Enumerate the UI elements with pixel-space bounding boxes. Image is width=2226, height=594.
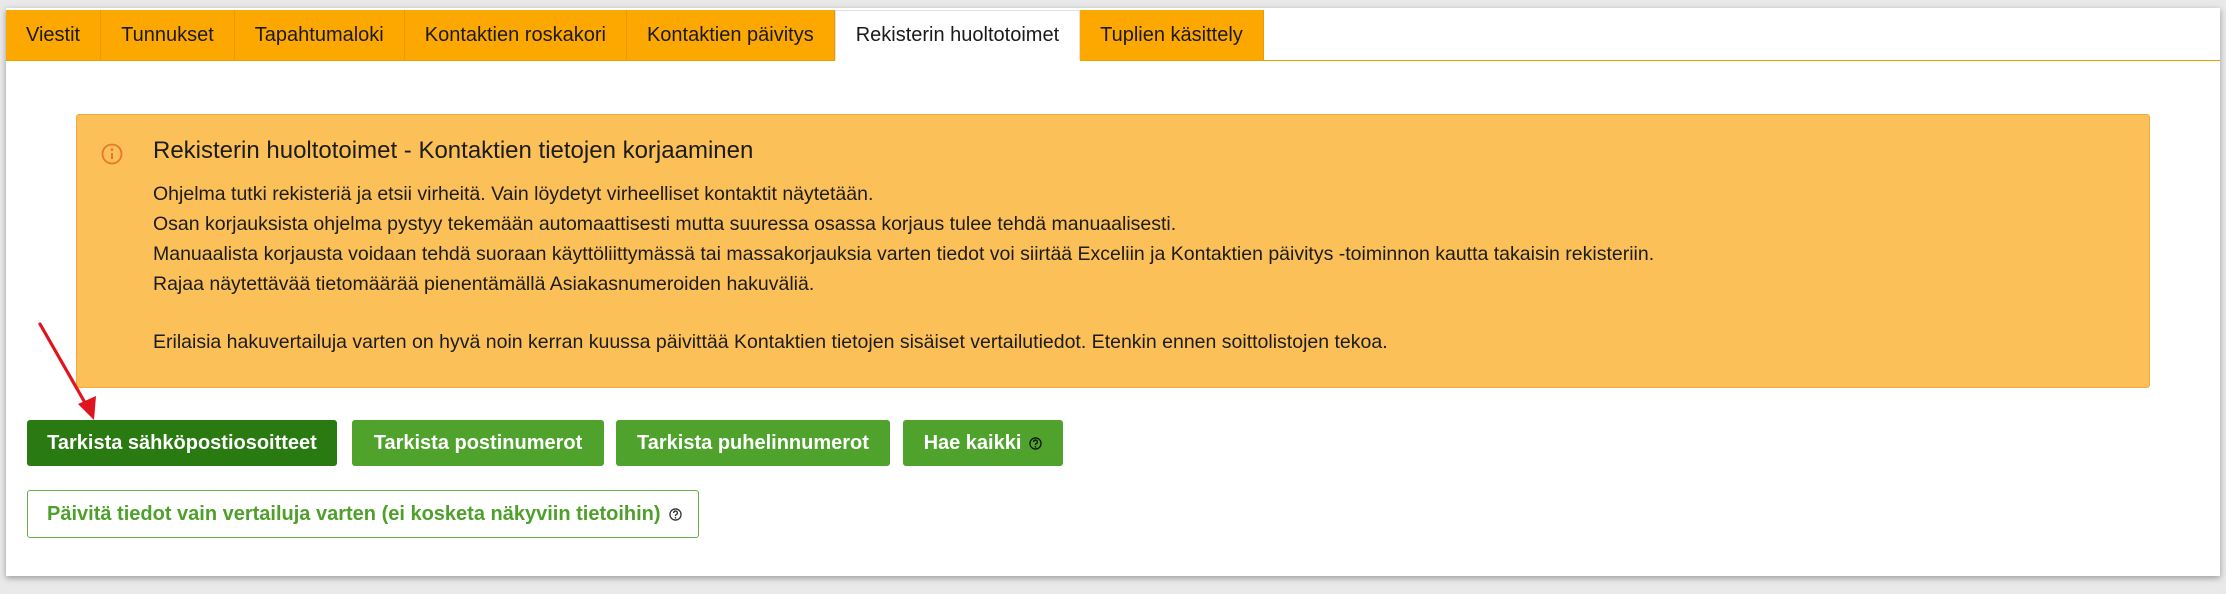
main-panel: Viestit Tunnukset Tapahtumaloki Kontakti… (6, 8, 2220, 576)
help-icon (668, 507, 682, 521)
tab-tuplien-kasittely[interactable]: Tuplien käsittely (1080, 10, 1264, 60)
tab-viestit[interactable]: Viestit (6, 10, 102, 60)
tab-bar: Viestit Tunnukset Tapahtumaloki Kontakti… (6, 10, 2220, 61)
notice-line: Rajaa näytettävää tietomäärää pienentämä… (153, 273, 815, 295)
notice-title: Rekisterin huoltotoimet - Kontaktien tie… (153, 137, 754, 164)
fetch-all-label: Hae kaikki (923, 431, 1022, 454)
notice-line: Ohjelma tutki rekisteriä ja etsii virhei… (153, 183, 874, 205)
check-emails-button[interactable]: Tarkista sähköpostiosoitteet (27, 420, 337, 466)
info-notice: Rekisterin huoltotoimet - Kontaktien tie… (76, 114, 2150, 388)
notice-line: Manuaalista korjausta voidaan tehdä suor… (153, 243, 1655, 265)
info-circle-icon (101, 143, 123, 165)
help-icon (1029, 436, 1043, 450)
update-compare-data-button[interactable]: Päivitä tiedot vain vertailuja varten (e… (27, 490, 699, 538)
check-phones-button[interactable]: Tarkista puhelinnumerot (616, 420, 890, 466)
tab-kontaktien-roskakori[interactable]: Kontaktien roskakori (404, 10, 627, 60)
update-compare-label: Päivitä tiedot vain vertailuja varten (e… (47, 502, 661, 525)
notice-line: Osan korjauksista ohjelma pystyy tekemää… (153, 213, 1177, 235)
notice-spacer (153, 299, 1654, 327)
notice-text: Ohjelma tutki rekisteriä ja etsii virhei… (153, 179, 1654, 357)
tab-kontaktien-paivitys[interactable]: Kontaktien päivitys (626, 10, 835, 60)
notice-line-extra: Erilaisia hakuvertailuja varten on hyvä … (153, 331, 1388, 353)
check-postcodes-button[interactable]: Tarkista postinumerot (352, 420, 604, 466)
tab-tapahtumaloki[interactable]: Tapahtumaloki (234, 10, 405, 60)
tab-rekisterin-huoltotoimet[interactable]: Rekisterin huoltotoimet (834, 10, 1081, 61)
tab-tunnukset[interactable]: Tunnukset (101, 10, 235, 60)
fetch-all-button[interactable]: Hae kaikki (903, 420, 1063, 466)
